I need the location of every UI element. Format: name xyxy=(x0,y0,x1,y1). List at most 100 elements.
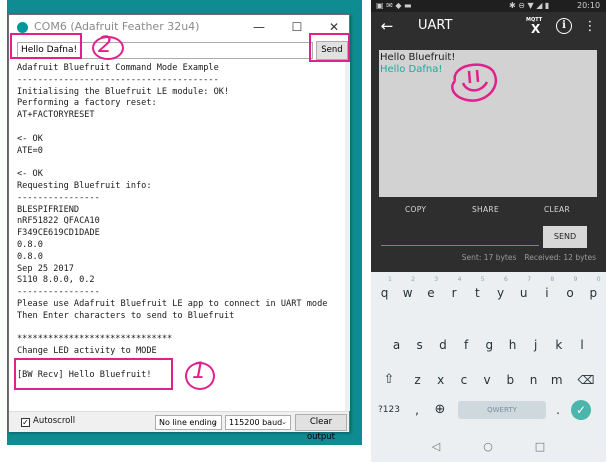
app-toolbar: ← UART MQTT X i ⋮ xyxy=(371,12,606,42)
serial-output-line: Sep 25 2017 xyxy=(17,263,74,274)
key-q[interactable]: q xyxy=(373,281,396,305)
annotation-box-input xyxy=(10,33,82,59)
key-y[interactable]: y xyxy=(489,281,512,305)
key-w[interactable]: w xyxy=(396,281,419,305)
more-vert-icon[interactable]: ⋮ xyxy=(583,17,597,37)
space-key[interactable]: QWERTY xyxy=(458,401,546,419)
baud-rate-value: 115200 baud xyxy=(229,418,283,427)
serial-output-line: Please use Adafruit Bluefruit LE app to … xyxy=(17,298,328,309)
baud-rate-select[interactable]: 115200 baud ⌄ xyxy=(225,415,291,430)
serial-output-line: Change LED activity to MODE xyxy=(17,346,157,357)
key-hint: 9 xyxy=(573,276,578,283)
key-t[interactable]: t xyxy=(466,281,489,305)
key-g[interactable]: g xyxy=(478,333,501,357)
serial-output-line: 0.8.0 xyxy=(17,239,43,250)
clear-button[interactable]: CLEAR xyxy=(544,205,570,214)
clear-output-button[interactable]: Clear output xyxy=(295,414,347,442)
annotation-circle-1 xyxy=(185,362,215,390)
key-v[interactable]: v xyxy=(476,368,499,392)
annotation-circle-2 xyxy=(92,36,124,60)
key-c[interactable]: c xyxy=(452,368,475,392)
key-hint: 5 xyxy=(480,276,485,283)
key-o[interactable]: o xyxy=(559,281,582,305)
system-icons: ✱ ⊖ ▼ ◢ ▮ xyxy=(509,1,550,10)
key-k[interactable]: k xyxy=(547,333,570,357)
key-a[interactable]: a xyxy=(385,333,408,357)
backspace-icon[interactable]: ⌫ xyxy=(573,368,599,392)
serial-output-line: Requesting Bluefruit info: xyxy=(17,180,152,191)
serial-output-line: Performing a factory reset: xyxy=(17,98,157,109)
line-ending-select[interactable]: No line ending ⌄ xyxy=(155,415,222,430)
autoscroll-label: Autoscroll xyxy=(33,416,76,426)
serial-output-line xyxy=(17,122,342,134)
key-z[interactable]: z xyxy=(406,368,429,392)
enter-check-icon[interactable]: ✓ xyxy=(571,400,591,420)
uart-send-button[interactable]: SEND xyxy=(543,226,587,248)
key-f[interactable]: f xyxy=(455,333,478,357)
maximize-button[interactable]: ☐ xyxy=(283,18,311,36)
key-s[interactable]: s xyxy=(408,333,431,357)
key-p[interactable]: p xyxy=(582,281,605,305)
shift-icon[interactable]: ⇧ xyxy=(377,368,401,392)
serial-output-line: --------------------------------------- xyxy=(17,74,219,85)
serial-output-line: F349CE619CD1DADE xyxy=(17,228,100,239)
key-i[interactable]: i xyxy=(535,281,558,305)
soft-keyboard: q 1 w 2 e 3 r 4 t 5 y 6 u 7 i 8 o 9 p 0 a s d f g h j k l ⇧ z x c v b n m ⌫ ?1… xyxy=(371,272,606,432)
serial-output-line: 0.8.0 xyxy=(17,251,43,262)
byte-stats: Sent: 17 bytes Received: 12 bytes xyxy=(371,253,596,262)
key-b[interactable]: b xyxy=(499,368,522,392)
minimize-button[interactable]: — xyxy=(245,18,273,36)
chevron-down-icon: ⌄ xyxy=(281,418,287,426)
mqtt-button[interactable]: MQTT X xyxy=(526,16,548,38)
key-hint: 0 xyxy=(596,276,601,283)
key-r[interactable]: r xyxy=(443,281,466,305)
comma-key[interactable]: , xyxy=(407,398,427,422)
screenshot-canvas: COM6 (Adafruit Feather 32u4) — ☐ ✕ Hello… xyxy=(0,0,613,476)
uart-send-input[interactable] xyxy=(381,226,539,246)
key-h[interactable]: h xyxy=(501,333,524,357)
key-n[interactable]: n xyxy=(522,368,545,392)
chevron-down-icon: ⌄ xyxy=(212,418,218,426)
key-hint: 6 xyxy=(504,276,508,283)
nav-home-icon[interactable]: ○ xyxy=(479,438,497,456)
serial-output-line: ---------------- xyxy=(17,192,100,203)
key-u[interactable]: u xyxy=(512,281,535,305)
output-scrollbar[interactable] xyxy=(345,61,350,411)
serial-output-line: Initialising the Bluefruit LE module: OK… xyxy=(17,86,230,97)
info-icon[interactable]: i xyxy=(556,18,572,34)
key-m[interactable]: m xyxy=(545,368,568,392)
copy-button[interactable]: COPY xyxy=(405,205,426,214)
screen-title: UART xyxy=(418,18,453,33)
received-bytes: Received: 12 bytes xyxy=(524,253,596,262)
key-j[interactable]: j xyxy=(524,333,547,357)
serial-output-line xyxy=(17,323,342,335)
share-button[interactable]: SHARE xyxy=(472,205,499,214)
period-key[interactable]: . xyxy=(549,398,567,422)
annotation-box-send xyxy=(309,33,350,62)
serial-output-line: AT+FACTORYRESET xyxy=(17,110,95,121)
back-arrow-icon[interactable]: ← xyxy=(377,16,397,36)
sent-bytes: Sent: 17 bytes xyxy=(461,253,517,262)
serial-output-line xyxy=(17,157,342,169)
symbols-key[interactable]: ?123 xyxy=(373,398,405,422)
serial-output-line: BLESPIFRIEND xyxy=(17,204,80,215)
uart-line-received: Hello Dafna! xyxy=(380,64,443,75)
nav-back-icon[interactable]: ◁ xyxy=(427,438,445,456)
key-hint: 4 xyxy=(457,276,462,283)
key-hint: 3 xyxy=(434,276,439,283)
annotation-smiley-icon xyxy=(451,63,497,102)
key-d[interactable]: d xyxy=(431,333,454,357)
annotation-box-received xyxy=(14,358,173,390)
language-globe-icon[interactable]: ⊕ xyxy=(428,398,452,422)
key-l[interactable]: l xyxy=(571,333,594,357)
key-e[interactable]: e xyxy=(419,281,442,305)
autoscroll-checkbox[interactable]: ✓ xyxy=(21,418,30,427)
window-title: COM6 (Adafruit Feather 32u4) xyxy=(34,20,200,33)
serial-output-log: Adafruit Bluefruit Command Mode Example -… xyxy=(17,63,342,408)
key-x[interactable]: x xyxy=(429,368,452,392)
serial-output-line: <- OK xyxy=(17,133,43,144)
serial-output-line: <- OK xyxy=(17,169,43,180)
serial-output-line: S110 8.0.0, 0.2 xyxy=(17,275,95,286)
notification-icons: ▣ ✉ ◆ ▬ xyxy=(376,1,412,10)
nav-recents-icon[interactable]: □ xyxy=(531,438,549,456)
